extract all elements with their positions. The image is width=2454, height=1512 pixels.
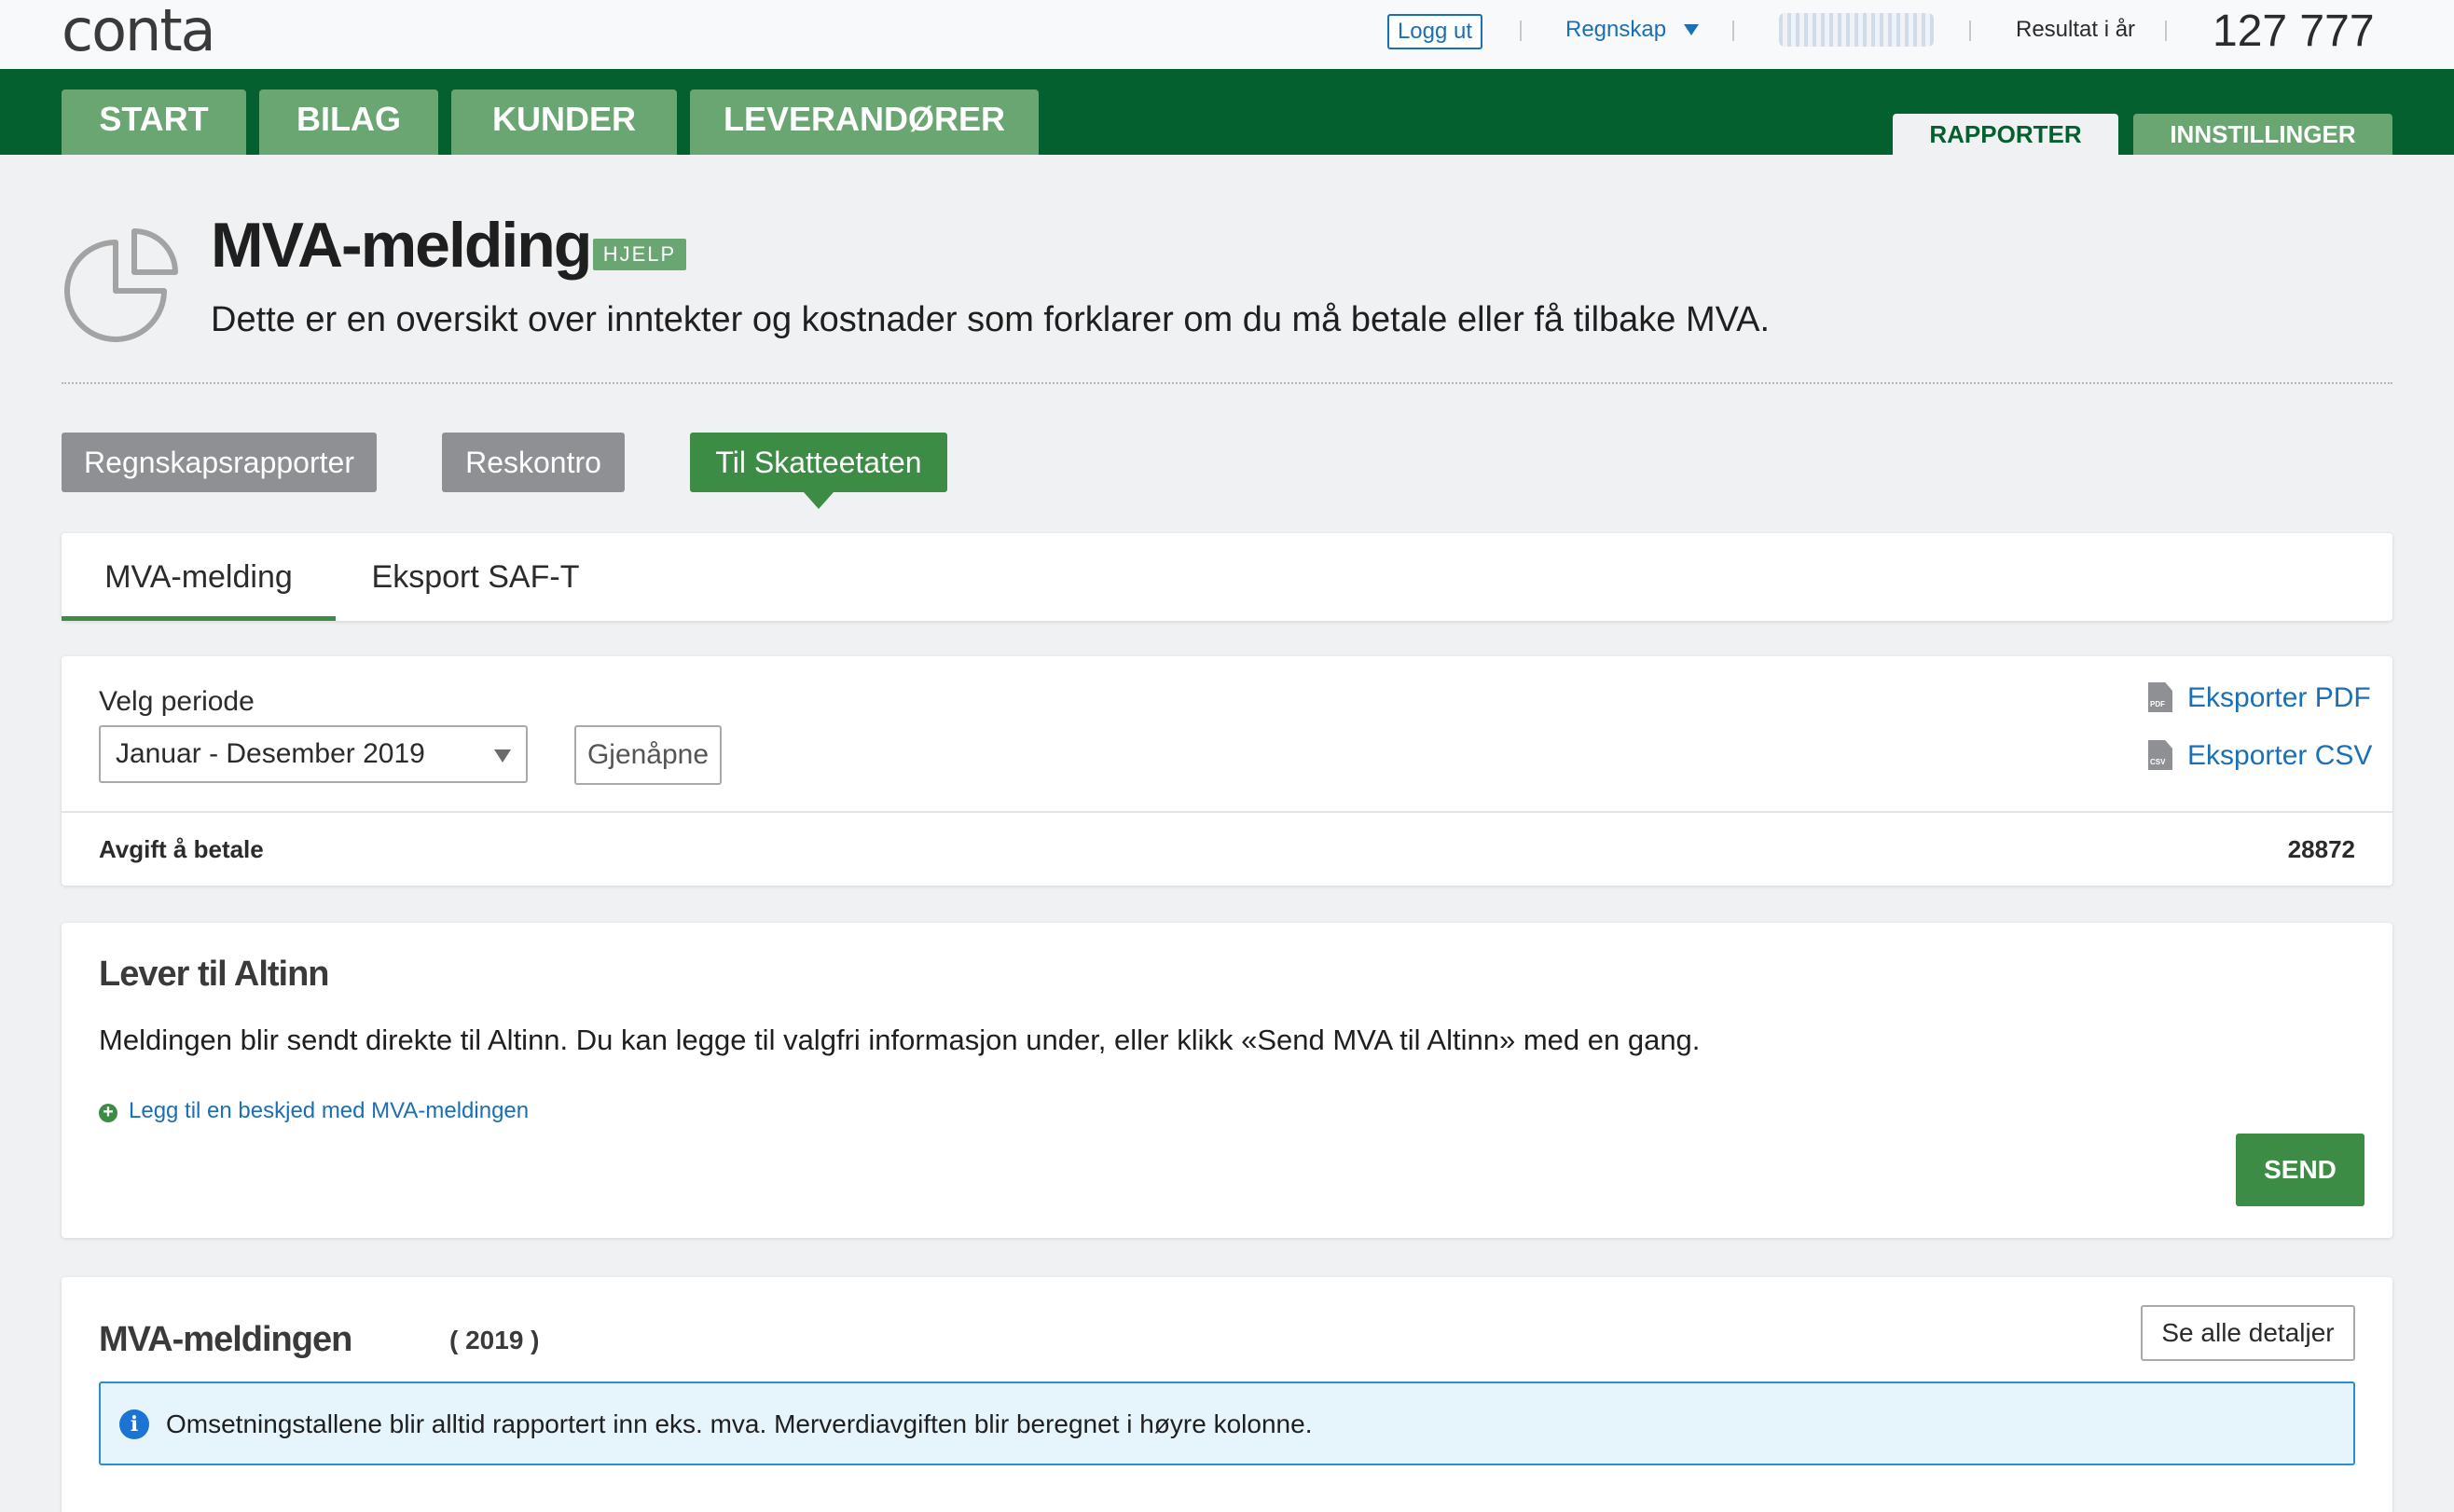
nav-tab-rapporter[interactable]: RAPPORTER: [1893, 114, 2118, 155]
csv-icon-label: CSV: [2150, 758, 2166, 766]
help-button[interactable]: HJELP: [593, 239, 686, 270]
info-alert: i Omsetningstallene blir alltid rapporte…: [99, 1381, 2355, 1465]
mva-meldingen-card: MVA-meldingen ( 2019 ) Se alle detaljer …: [62, 1277, 2392, 1512]
pdf-file-icon: PDF: [2148, 682, 2172, 712]
nav-tab-leverandorer[interactable]: LEVERANDØRER: [690, 89, 1039, 155]
nav-tab-start[interactable]: START: [62, 89, 246, 155]
export-pdf-link[interactable]: Eksporter PDF: [2187, 682, 2371, 714]
reskontro-button[interactable]: Reskontro: [442, 433, 625, 492]
separator: [1520, 21, 1522, 41]
altinn-description: Meldingen blir sendt direkte til Altinn.…: [99, 1024, 1701, 1056]
avgift-label: Avgift å betale: [99, 835, 264, 863]
reopen-button[interactable]: Gjenåpne: [574, 725, 722, 785]
period-select[interactable]: Januar - Desember 2019: [99, 725, 528, 783]
add-message-label: Legg til en beskjed med MVA-meldingen: [129, 1098, 530, 1123]
result-label: Resultat i år: [2016, 17, 2136, 42]
period-label: Velg periode: [99, 686, 255, 717]
export-csv-link[interactable]: Eksporter CSV: [2187, 740, 2372, 772]
logout-button[interactable]: Logg ut: [1387, 14, 1482, 49]
separator: [1969, 21, 1971, 41]
avgift-value: 28872: [2287, 835, 2355, 863]
nav-tab-innstillinger[interactable]: INNSTILLINGER: [2133, 114, 2392, 155]
mva-meldingen-title: MVA-meldingen: [99, 1320, 352, 1359]
chevron-down-icon: [494, 749, 511, 763]
period-card: Velg periode Januar - Desember 2019 Gjen…: [62, 656, 2392, 886]
altinn-card: Lever til Altinn Meldingen blir sendt di…: [62, 923, 2392, 1238]
divider: [62, 811, 2392, 813]
add-message-link[interactable]: + Legg til en beskjed med MVA-meldingen: [99, 1098, 529, 1124]
sub-tabs: MVA-melding Eksport SAF-T: [62, 533, 2392, 621]
chevron-down-icon[interactable]: [1684, 24, 1699, 35]
tab-eksport-saf-t[interactable]: Eksport SAF-T: [336, 533, 615, 621]
top-bar: conta Logg ut Regnskap Resultat i år 127…: [0, 0, 2454, 69]
info-icon: i: [119, 1409, 149, 1439]
page-subtitle: Dette er en oversikt over inntekter og k…: [211, 300, 1771, 339]
tab-mva-melding[interactable]: MVA-melding: [62, 533, 336, 621]
see-all-details-button[interactable]: Se alle detaljer: [2141, 1305, 2355, 1361]
page-title: MVA-melding: [211, 210, 592, 281]
company-name-redacted: [1779, 13, 1934, 47]
altinn-title: Lever til Altinn: [99, 955, 330, 994]
separator: [2165, 21, 2167, 41]
nav-tab-bilag[interactable]: BILAG: [259, 89, 438, 155]
pie-chart-icon: [64, 228, 178, 342]
regnskap-dropdown[interactable]: Regnskap: [1565, 17, 1666, 43]
separator: [1732, 21, 1734, 41]
main-nav: START BILAG KUNDER LEVERANDØRER RAPPORTE…: [0, 69, 2454, 155]
send-button[interactable]: SEND: [2236, 1134, 2364, 1206]
info-text: Omsetningstallene blir alltid rapportert…: [166, 1409, 1313, 1438]
nav-tab-kunder[interactable]: KUNDER: [451, 89, 677, 155]
year-label: ( 2019 ): [449, 1326, 540, 1354]
regnskapsrapporter-button[interactable]: Regnskapsrapporter: [62, 433, 377, 492]
csv-file-icon: CSV: [2148, 740, 2172, 770]
pdf-icon-label: PDF: [2150, 700, 2165, 708]
til-skatteetaten-button[interactable]: Til Skatteetaten: [690, 433, 947, 509]
plus-circle-icon: +: [99, 1103, 117, 1122]
conta-logo[interactable]: conta: [62, 2, 216, 60]
period-select-value: Januar - Desember 2019: [116, 738, 425, 769]
result-value: 127 777: [2213, 7, 2375, 56]
divider: [62, 382, 2392, 384]
